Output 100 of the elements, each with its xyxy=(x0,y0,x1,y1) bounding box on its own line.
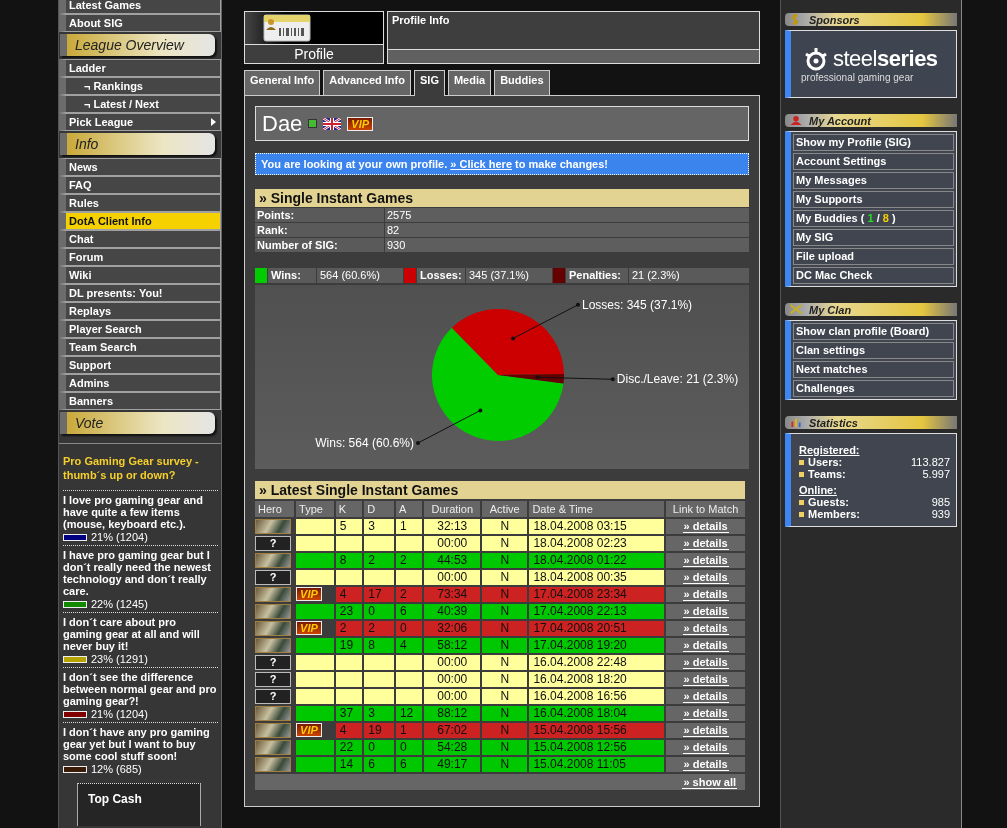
menu-link[interactable]: Next matches xyxy=(793,361,954,378)
column-header: Type xyxy=(296,501,334,517)
table-cell: 17.04.2008 19:20 xyxy=(529,638,665,653)
poll-option: I love pro gaming gear and have quite a few items (mouse, keyboard etc.). xyxy=(63,494,218,530)
nav-item[interactable]: Replays xyxy=(59,302,221,320)
poll-result: 22% (1245) xyxy=(91,598,148,610)
table-cell: 15.04.2008 12:56 xyxy=(529,740,665,755)
stat-label: Users: xyxy=(808,456,843,468)
stat-label: Rank: xyxy=(255,223,384,237)
nav-item[interactable]: About SIG xyxy=(59,14,221,32)
table-cell: 17 xyxy=(364,587,394,602)
flag-icon xyxy=(323,117,342,130)
nav-item[interactable]: Player Search xyxy=(59,320,221,338)
column-header: A xyxy=(395,501,423,517)
menu-link[interactable]: Challenges xyxy=(793,380,954,397)
nav-subitem[interactable]: ¬ Latest / Next xyxy=(59,95,221,113)
nav-item[interactable]: Rules xyxy=(59,194,221,212)
menu-link[interactable]: Show my Profile (SIG) xyxy=(793,134,954,151)
table-cell: 16.04.2008 22:48 xyxy=(529,655,665,670)
table-cell: 00:00 xyxy=(424,672,481,687)
table-cell: 2 xyxy=(335,621,363,636)
poll-question: Pro Gaming Gear survey - thumb´s up or down? xyxy=(63,454,200,482)
unknown-hero-tile: ? xyxy=(255,672,291,687)
table-cell: 23 xyxy=(335,604,363,619)
table-cell: N xyxy=(482,519,528,534)
menu-link[interactable]: My Buddies ( 1 / 8 ) xyxy=(793,210,954,227)
table-cell: 8 xyxy=(364,638,394,653)
leader-line xyxy=(511,302,580,341)
menu-link[interactable]: DC Mac Check xyxy=(793,267,954,284)
menu-link[interactable]: My Supports xyxy=(793,191,954,208)
vip-badge: VIP xyxy=(296,587,322,601)
hero-portrait xyxy=(255,706,291,721)
table-cell: 19 xyxy=(364,723,394,738)
tab[interactable]: SIG xyxy=(414,70,445,96)
table-cell: 18.04.2008 01:22 xyxy=(529,553,665,568)
table-cell: N xyxy=(482,706,528,721)
menu-link[interactable]: Account Settings xyxy=(793,153,954,170)
hero-portrait xyxy=(255,587,291,602)
stat-value: 5.997 xyxy=(922,468,950,480)
menu-link[interactable]: File upload xyxy=(793,248,954,265)
nav-item[interactable]: FAQ xyxy=(59,176,221,194)
stat-label: Teams: xyxy=(808,468,846,480)
menu-link[interactable]: Clan settings xyxy=(793,342,954,359)
stats-heading: Online: xyxy=(799,484,838,496)
nav-item[interactable]: Latest Games xyxy=(59,0,221,14)
legend-label: Penalties: xyxy=(566,268,628,283)
section-header: Info xyxy=(60,133,215,155)
panel-title: Profile Info xyxy=(388,12,759,50)
tab[interactable]: General Info xyxy=(244,70,321,95)
legend-label: Wins: xyxy=(268,268,316,283)
table-cell: N xyxy=(482,536,528,551)
nav-item[interactable]: Forum xyxy=(59,248,221,266)
edit-profile-link[interactable]: » Click here xyxy=(450,158,513,170)
nav-item[interactable]: Chat xyxy=(59,230,221,248)
nav-item[interactable]: DL presents: You! xyxy=(59,284,221,302)
table-cell: 19 xyxy=(335,638,363,653)
table-cell: N xyxy=(482,570,528,585)
table-cell: 22 xyxy=(335,740,363,755)
hero-portrait xyxy=(255,740,291,755)
unknown-hero-tile: ? xyxy=(255,689,291,704)
menu-link[interactable]: Show clan profile (Board) xyxy=(793,323,954,340)
hero-portrait xyxy=(255,757,291,772)
menu-link[interactable]: My SIG xyxy=(793,229,954,246)
column-header: Duration xyxy=(424,501,481,517)
unknown-hero-tile: ? xyxy=(255,570,291,585)
nav-item[interactable]: News xyxy=(59,158,221,176)
table-cell: 00:00 xyxy=(424,689,481,704)
leader-line xyxy=(416,408,483,445)
nav-item[interactable]: Banners xyxy=(59,392,221,410)
slice-label: Losses: 345 (37.1%) xyxy=(582,297,693,312)
nav-item[interactable]: Team Search xyxy=(59,338,221,356)
nav-item[interactable]: DotA Client Info xyxy=(59,212,221,230)
table-cell: 2 xyxy=(364,621,394,636)
menu-link[interactable]: My Messages xyxy=(793,172,954,189)
show-all-link[interactable]: » show all xyxy=(682,775,737,789)
stat-value: 985 xyxy=(931,496,950,508)
table-cell: 67:02 xyxy=(424,723,481,738)
tab[interactable]: Advanced Info xyxy=(323,70,411,95)
table-cell: 8 xyxy=(335,553,363,568)
table-cell: 14 xyxy=(335,757,363,772)
poll-result: 12% (685) xyxy=(91,763,142,775)
stat-value: 939 xyxy=(931,508,950,520)
nav-item[interactable]: Ladder xyxy=(59,59,221,77)
table-cell: 6 xyxy=(395,757,423,772)
nav-item[interactable]: Admins xyxy=(59,374,221,392)
tab[interactable]: Buddies xyxy=(494,70,550,95)
brand-wordmark: steelseries xyxy=(833,47,938,70)
box-title: Top Cash xyxy=(77,783,201,826)
nav-item[interactable]: Pick League xyxy=(59,113,221,131)
stat-label: Points: xyxy=(255,208,384,222)
nav-item[interactable]: Wiki xyxy=(59,266,221,284)
nav-item[interactable]: Support xyxy=(59,356,221,374)
nav-subitem[interactable]: ¬ Rankings xyxy=(59,77,221,95)
table-cell: N xyxy=(482,638,528,653)
table-cell: 4 xyxy=(335,587,363,602)
table-cell: 3 xyxy=(364,519,394,534)
tab[interactable]: Media xyxy=(447,70,492,95)
table-cell: N xyxy=(482,604,528,619)
table-cell: 54:28 xyxy=(424,740,481,755)
table-cell: 58:12 xyxy=(424,638,481,653)
